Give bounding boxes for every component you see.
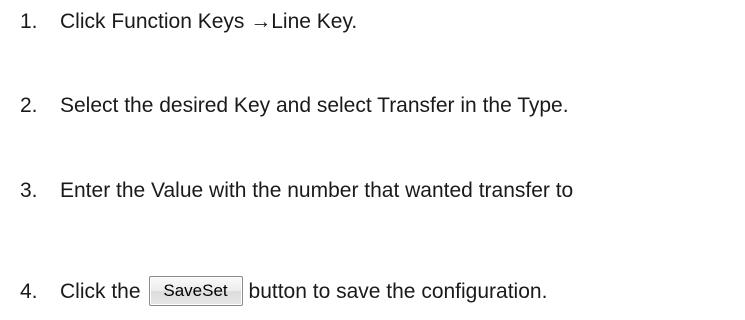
instruction-document: 1. Click Function Keys →Line Key. 2. Selec… — [0, 0, 745, 320]
step-text: Click Function Keys →Line Key. — [60, 10, 358, 33]
step-text-before: Click the — [60, 280, 141, 303]
step-number: 2. — [20, 94, 38, 117]
step-text-after: button to save the configuration. — [248, 280, 548, 303]
step-3: 3. Enter the Value with the number that w… — [20, 179, 573, 203]
step-1: 1. Click Function Keys →Line Key. — [20, 10, 357, 34]
step-2: 2. Select the desired Key and select Tran… — [20, 94, 569, 118]
step-4: 4. Click the SaveSet button to save the con… — [20, 276, 548, 312]
step-text: Enter the Value with the number that wan… — [60, 179, 574, 202]
step-number: 1. — [20, 10, 38, 33]
saveset-button[interactable]: SaveSet — [148, 276, 243, 306]
step-number: 3. — [20, 179, 38, 202]
step-number: 4. — [20, 280, 38, 303]
step-text: Select the desired Key and select Transf… — [60, 94, 569, 117]
